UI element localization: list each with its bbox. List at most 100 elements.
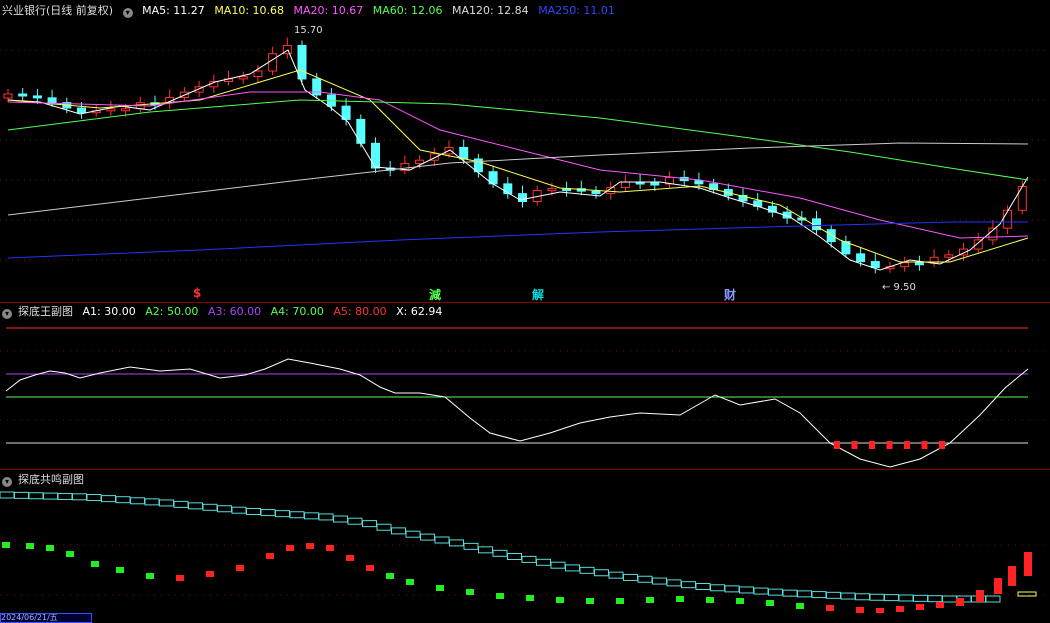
resonance-step-block (478, 546, 493, 554)
resonance-step-block (188, 502, 203, 510)
tandiwang-indicator-chart[interactable] (0, 303, 1050, 468)
resonance-step-block (173, 500, 189, 508)
resonance-red-bar (956, 598, 964, 606)
resonance-red-bar (976, 590, 984, 602)
resonance-red-bar (206, 571, 214, 577)
candle-up (121, 108, 131, 112)
resonance-step-block (608, 571, 624, 579)
resonance-green-bar (556, 597, 564, 603)
resonance-green-bar (146, 573, 154, 579)
resonance-red-bar (994, 578, 1002, 594)
candle-up (900, 262, 910, 268)
resonance-step-block (449, 539, 464, 547)
indicator-panel-gongming[interactable]: ▾ 探底共鸣副图 (0, 470, 1050, 613)
resonance-step-block (521, 555, 537, 563)
resonance-step-block (681, 581, 696, 589)
resonance-step-block (14, 491, 29, 499)
resonance-red-bar (266, 553, 274, 559)
resonance-green-bar (406, 579, 414, 585)
resonance-red-bar (346, 555, 354, 561)
resonance-green-bar (766, 600, 774, 606)
x-indicator-line (5, 358, 1029, 468)
bottom-signal-bar (939, 441, 945, 449)
resonance-step-block (855, 593, 870, 601)
ma5-line (7, 49, 1029, 271)
resonance-step-block (260, 509, 276, 517)
resonance-green-bar (2, 542, 10, 548)
indicator-panel-tandiwang[interactable]: ▾ 探底王副图 A1: 30.00 A2: 50.00 A3: 60.00 A4:… (0, 303, 1050, 468)
resonance-step-block (724, 585, 740, 593)
main-chart-panel[interactable]: 兴业银行(日线 前复权) ▾ MA5: 11.27 MA10: 10.68 MA… (0, 0, 1050, 303)
resonance-red-bar (876, 608, 884, 613)
low-price-label: ← 9.50 (882, 282, 916, 293)
resonance-green-bar (496, 593, 504, 599)
candle-down (694, 180, 704, 185)
resonance-step-block (43, 492, 58, 500)
resonance-step-block (492, 549, 508, 557)
candle-down (459, 147, 469, 160)
resonance-step-block (202, 503, 218, 511)
resonance-red-bar (916, 604, 924, 610)
resonance-red-bar (326, 545, 334, 551)
resonance-green-bar (736, 598, 744, 604)
candle-down (18, 93, 28, 97)
candle-down (371, 142, 380, 169)
resonance-step-block (753, 587, 769, 595)
resonance-red-bar (176, 575, 184, 581)
resonance-green-bar (646, 597, 654, 603)
candlestick-chart[interactable]: 15.70 ← 9.50 (0, 0, 1050, 300)
candle-down (870, 261, 880, 268)
resonance-step-block (246, 507, 261, 515)
resonance-step-block (217, 505, 232, 513)
high-price-label: 15.70 (294, 25, 323, 36)
resonance-step-block (333, 515, 348, 523)
resonance-step-block (652, 577, 667, 585)
candle-down (591, 190, 601, 195)
resonance-marker (1017, 591, 1037, 597)
resonance-step-block (579, 566, 595, 574)
resonance-red-bar (306, 543, 314, 549)
resonance-step-block (768, 588, 783, 596)
resonance-step-block (884, 594, 899, 602)
resonance-step-block (28, 492, 44, 500)
event-tag-reduce[interactable]: 減 (429, 286, 441, 303)
resonance-green-bar (526, 595, 534, 601)
ma60-line (7, 99, 1029, 181)
candle-down (356, 118, 366, 144)
resonance-step-block (695, 583, 711, 590)
candle-up (3, 93, 13, 99)
resonance-step-block (304, 512, 319, 520)
resonance-step-block (623, 573, 638, 581)
resonance-step-block (739, 586, 754, 594)
resonance-green-bar (466, 589, 474, 595)
resonance-step-block (318, 513, 334, 521)
resonance-green-bar (796, 603, 804, 609)
resonance-red-bar (286, 545, 294, 551)
candle-down (312, 78, 322, 96)
resonance-step-block (130, 497, 145, 505)
candle-up (1017, 186, 1027, 211)
candle-up (1003, 209, 1013, 229)
resonance-step-block (362, 520, 377, 528)
resonance-step-block (782, 589, 798, 597)
candle-up (253, 70, 263, 78)
resonance-step-block (666, 579, 682, 587)
candle-up (415, 159, 425, 165)
event-tag-dividend[interactable]: $ (193, 286, 201, 300)
ma10-line (7, 69, 1029, 263)
event-tag-finance[interactable]: 财 (724, 286, 736, 303)
resonance-step-block (869, 593, 885, 601)
resonance-step-block (536, 558, 551, 566)
resonance-step-block (405, 530, 421, 538)
bottom-signal-bar (904, 441, 910, 449)
candle-down (341, 105, 351, 120)
resonance-step-block (565, 564, 580, 572)
gongming-indicator-chart[interactable] (0, 470, 1050, 613)
resonance-step-block (101, 495, 116, 503)
resonance-green-bar (91, 561, 99, 567)
ma20-line (7, 91, 1029, 239)
resonance-red-bar (366, 565, 374, 571)
resonance-step-block (347, 517, 363, 525)
bottom-signal-bar (869, 441, 875, 449)
event-tag-unlock[interactable]: 解 (532, 286, 544, 303)
